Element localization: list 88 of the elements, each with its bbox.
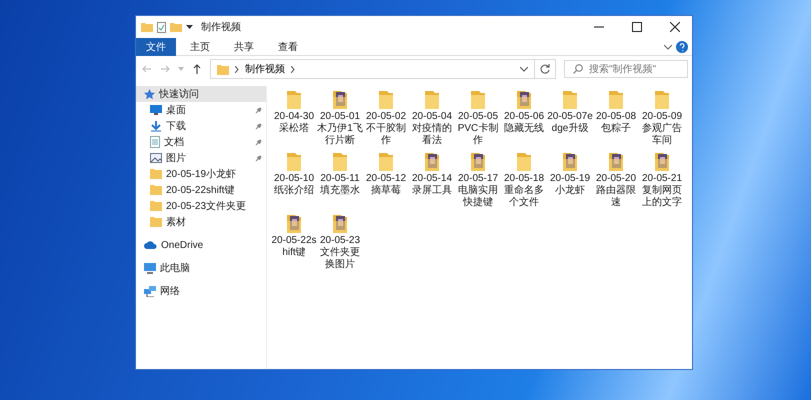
folder-item[interactable]: 20-05-01木乃伊1飞行片断 [317,89,363,147]
chevron-icon[interactable] [520,66,528,72]
folder-thumbnail-icon [332,89,348,109]
folder-item[interactable]: 20-05-07edge升级 [547,89,593,147]
folder-item[interactable]: 20-05-20路由器限速 [593,151,639,209]
folder-icon [150,217,162,227]
sidebar-item[interactable]: 桌面 [136,102,266,118]
download-arrow-icon [150,120,162,132]
sidebar-item[interactable]: 下载 [136,118,266,134]
sidebar-item[interactable]: OneDrive [136,237,266,253]
picture-icon [150,153,162,163]
sidebar-item[interactable]: 图片 [136,150,266,166]
maximize-icon[interactable] [632,22,642,32]
desktop-icon [150,105,162,115]
folder-item[interactable]: 20-05-12摘草莓 [363,151,409,209]
folder-item[interactable]: 20-05-18重命名多个文件 [501,151,547,209]
folder-item[interactable]: 20-05-05PVC卡制作 [455,89,501,147]
breadcrumb[interactable]: 制作视频 [245,62,285,76]
folder-icon [150,185,162,195]
ribbon-tab[interactable]: 文件 [136,38,176,56]
sidebar-item[interactable]: 素材 [136,214,266,230]
chevron-icon [291,66,295,72]
folder-icon [378,89,394,109]
folder-item[interactable]: 20-05-09参观广告车间 [639,89,685,147]
help-icon[interactable] [676,40,688,52]
sidebar-item[interactable]: 此电脑 [136,260,266,276]
folder-icon [424,89,440,109]
folder-thumbnail-icon [516,89,532,109]
folder-icon [654,89,670,109]
folder-thumbnail-icon [562,151,578,171]
sidebar-item[interactable]: 20-05-22shift键 [136,182,266,198]
folder-item[interactable]: 20-05-19小龙虾 [547,151,593,209]
sidebar-item[interactable]: 文档 [136,134,266,150]
ribbon-tab[interactable]: 共享 [224,38,264,56]
folder-item[interactable]: 20-05-22shift键 [271,213,317,271]
folder-icon [562,89,578,109]
up-arrow-icon[interactable] [192,64,202,74]
refresh-button[interactable] [534,59,556,79]
folder-icon [150,169,162,179]
network-icon [144,286,156,296]
star-icon [144,88,155,100]
chevron-icon [235,66,239,72]
folder-icon [516,151,532,171]
folder-icon [332,151,348,171]
folder-icon [286,151,302,171]
folder-icon [150,201,162,211]
folder-icon [217,64,229,74]
address-bar[interactable]: 制作视频 [210,59,535,79]
folder-thumbnail-icon [424,151,440,171]
folder-icon [141,22,153,32]
folder-item[interactable]: 20-05-10纸张介绍 [271,151,317,209]
folder-icon [286,89,302,109]
properties-icon[interactable] [157,22,166,32]
chevron-icon[interactable] [664,44,672,50]
sidebar-item[interactable]: 20-05-19小龙虾 [136,166,266,182]
sidebar-item[interactable]: 网络 [136,283,266,299]
sidebar-item[interactable]: 20-05-23文件夹更 [136,198,266,214]
folder-item[interactable]: 20-05-14录屏工具 [409,151,455,209]
search-field[interactable]: 搜索"制作视频" [564,60,688,78]
folder-item[interactable]: 20-05-23文件夹更换图片 [317,213,363,271]
folder-item[interactable]: 20-05-21复制网页上的文字 [639,151,685,209]
folder-item[interactable]: 20-05-17电脑实用快捷键 [455,151,501,209]
folder-thumbnail-icon [654,151,670,171]
sidebar-item[interactable]: 快速访问 [136,86,266,102]
folder-icon [378,151,394,171]
folder-icon [608,89,624,109]
folder-item[interactable]: 20-05-06隐藏无线 [501,89,547,147]
folder-item[interactable]: 20-05-02不干胶制作 [363,89,409,147]
dropdown-icon[interactable] [186,24,193,30]
cloud-icon [144,241,157,249]
search-icon [573,64,583,74]
folder-item[interactable]: 20-05-11填充墨水 [317,151,363,209]
folder-item[interactable]: 20-05-08包粽子 [593,89,639,147]
folder-item[interactable]: 20-04-30采松塔 [271,89,317,147]
ribbon-tab[interactable]: 主页 [180,38,220,56]
folder-thumbnail-icon [470,151,486,171]
ribbon-tab[interactable]: 查看 [268,38,308,56]
search-input[interactable]: 搜索"制作视频" [589,64,679,74]
folder-thumbnail-icon [332,213,348,233]
document-icon [150,136,160,148]
folder-item[interactable]: 20-05-04对疫情的看法 [409,89,455,147]
window-title: 制作视频 [201,20,241,34]
folder-icon [470,89,486,109]
folder-thumbnail-icon [286,213,302,233]
computer-icon [144,262,156,274]
folder-thumbnail-icon [608,151,624,171]
refresh-icon [540,64,550,74]
close-icon[interactable] [670,22,680,32]
